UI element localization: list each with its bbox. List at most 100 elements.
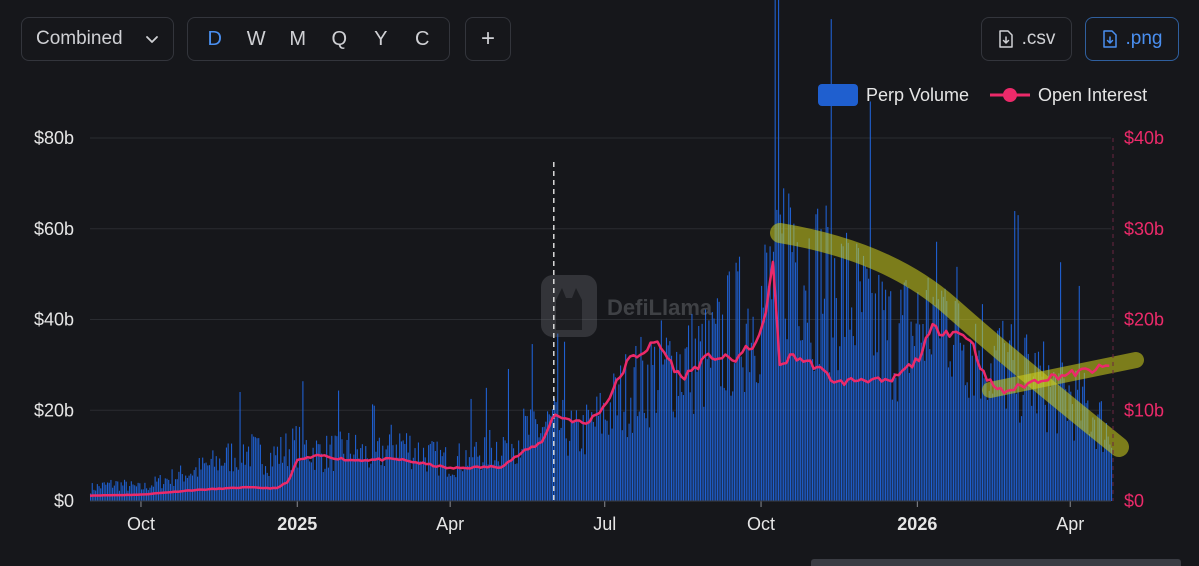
volume-bar bbox=[613, 373, 615, 501]
volume-bar bbox=[411, 469, 413, 501]
volume-bar bbox=[703, 406, 705, 501]
volume-bar bbox=[895, 377, 897, 501]
volume-bar bbox=[220, 465, 222, 501]
x-axis-tick: Jul bbox=[593, 514, 616, 534]
volume-bar bbox=[659, 347, 661, 501]
volume-bar bbox=[479, 455, 481, 501]
volume-bar bbox=[231, 443, 233, 501]
volume-bar bbox=[214, 466, 216, 501]
volume-bar bbox=[195, 467, 197, 501]
volume-bar bbox=[876, 352, 878, 501]
volume-bar bbox=[854, 345, 856, 501]
volume-bar bbox=[579, 451, 581, 501]
volume-bar bbox=[535, 419, 537, 501]
volume-bar bbox=[575, 410, 577, 501]
volume-bar bbox=[891, 399, 893, 501]
volume-bar bbox=[604, 419, 606, 501]
volume-bar bbox=[577, 420, 579, 501]
volume-bar bbox=[930, 354, 933, 501]
volume-bar bbox=[475, 441, 477, 501]
volume-bar bbox=[917, 292, 919, 501]
volume-bar bbox=[562, 399, 564, 501]
volume-bar bbox=[224, 462, 226, 501]
volume-bar bbox=[942, 296, 944, 501]
volume-bar bbox=[878, 274, 880, 501]
volume-bar bbox=[970, 340, 972, 501]
volume-bar bbox=[234, 457, 236, 501]
volume-bar bbox=[631, 432, 634, 501]
volume-bar bbox=[1083, 372, 1085, 501]
volume-bar bbox=[552, 409, 554, 501]
volume-bar bbox=[805, 290, 807, 501]
volume-bar bbox=[844, 336, 846, 501]
volume-bar bbox=[414, 448, 416, 501]
x-axis-tick: Oct bbox=[747, 514, 775, 534]
volume-bar bbox=[886, 340, 888, 501]
volume-bar bbox=[856, 243, 858, 501]
volume-bar bbox=[356, 449, 358, 501]
volume-bar bbox=[973, 395, 975, 501]
volume-bar bbox=[480, 469, 482, 501]
volume-bar bbox=[463, 468, 465, 501]
volume-bar bbox=[652, 364, 654, 501]
volume-bar bbox=[236, 467, 238, 501]
volume-bar bbox=[455, 477, 457, 501]
volume-bar bbox=[662, 364, 664, 501]
x-axis-tick: Apr bbox=[436, 514, 464, 534]
volume-bar bbox=[487, 464, 489, 501]
volume-bar bbox=[565, 438, 567, 501]
left-axis-tick: $0 bbox=[54, 491, 74, 511]
volume-bar bbox=[569, 440, 571, 501]
volume-bar bbox=[603, 402, 605, 501]
volume-bar bbox=[207, 465, 209, 501]
volume-bar bbox=[584, 454, 586, 501]
volume-bar bbox=[101, 482, 103, 501]
volume-bar bbox=[372, 404, 374, 501]
volume-bar bbox=[399, 433, 401, 501]
volume-bar bbox=[761, 285, 763, 501]
volume-bar bbox=[222, 465, 224, 501]
volume-bar bbox=[859, 281, 861, 501]
volume-bar bbox=[620, 365, 622, 501]
volume-bar bbox=[823, 298, 825, 501]
volume-bar bbox=[672, 411, 674, 501]
volume-bar bbox=[246, 451, 248, 501]
volume-bar bbox=[256, 438, 258, 501]
volume-bar bbox=[473, 446, 476, 501]
volume-bar bbox=[247, 446, 250, 501]
volume-bar bbox=[174, 479, 177, 501]
volume-bar bbox=[171, 469, 173, 501]
volume-bar bbox=[249, 466, 251, 501]
volume-bar bbox=[429, 443, 431, 501]
volume-bar bbox=[1109, 444, 1111, 501]
volume-bar bbox=[348, 432, 350, 501]
volume-bar bbox=[477, 456, 479, 501]
volume-bar bbox=[767, 285, 769, 501]
volume-bar bbox=[730, 395, 732, 501]
chart-scrollbar[interactable] bbox=[811, 559, 1181, 566]
volume-bar bbox=[321, 453, 323, 501]
volume-bar bbox=[96, 484, 98, 501]
volume-bar bbox=[832, 337, 834, 501]
volume-bar bbox=[456, 456, 459, 501]
volume-bar bbox=[373, 405, 375, 501]
volume-bar bbox=[275, 455, 277, 501]
volume-bar bbox=[784, 318, 786, 501]
volume-bar bbox=[759, 374, 761, 501]
x-axis-tick: Oct bbox=[127, 514, 155, 534]
x-axis-tick: 2026 bbox=[897, 514, 937, 534]
volume-bar bbox=[580, 448, 583, 501]
volume-bar bbox=[331, 435, 333, 501]
volume-bars bbox=[90, 0, 1113, 502]
volume-bar bbox=[485, 387, 487, 501]
volume-bar bbox=[976, 356, 978, 501]
volume-bar bbox=[351, 461, 353, 501]
volume-bar bbox=[606, 420, 608, 501]
volume-bar bbox=[232, 471, 234, 501]
volume-bar bbox=[338, 390, 340, 501]
volume-bar bbox=[300, 460, 302, 501]
volume-bar bbox=[817, 208, 819, 501]
volume-bar bbox=[180, 465, 182, 501]
volume-bar bbox=[434, 451, 436, 501]
volume-bar bbox=[745, 323, 747, 501]
